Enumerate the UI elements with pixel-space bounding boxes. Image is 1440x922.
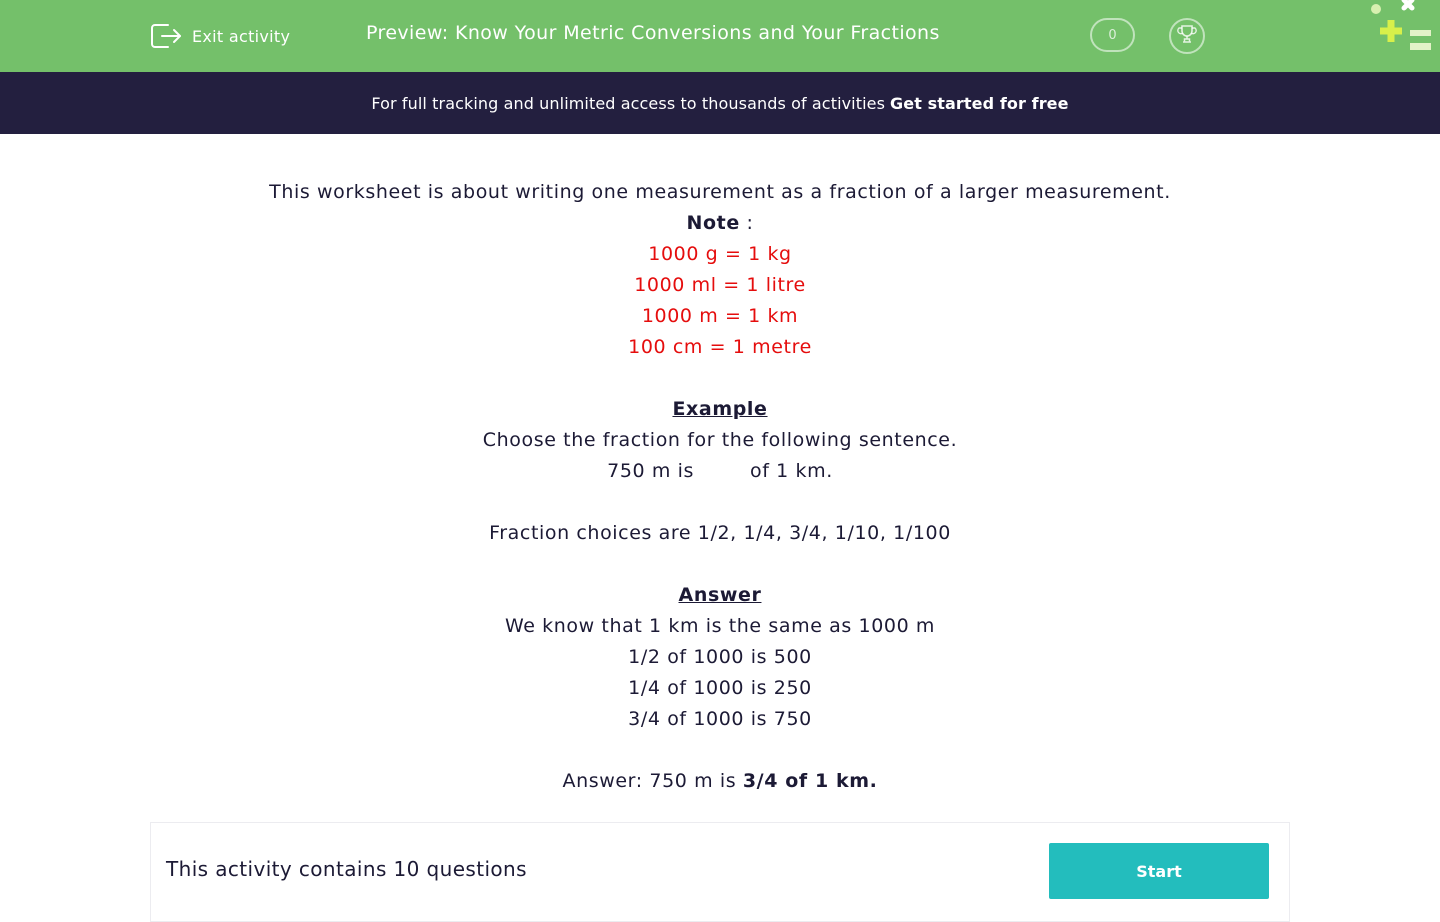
trophy-icon (1176, 23, 1198, 49)
top-header-bar: Exit activity Preview: Know Your Metric … (0, 0, 1440, 72)
get-started-link[interactable]: Get started for free (890, 94, 1069, 113)
start-button[interactable]: Start (1049, 843, 1269, 899)
note-label: Note (686, 212, 740, 234)
example-sentence-start: 750 m is (607, 460, 694, 482)
final-answer-value: 3/4 of 1 km. (742, 770, 878, 792)
exit-icon (150, 22, 182, 50)
score-badge: 0 (1090, 18, 1135, 52)
note-line: Note : (150, 208, 1290, 239)
answer-heading: Answer (678, 584, 762, 606)
final-answer-prefix: Answer: 750 m is (562, 770, 743, 792)
signup-banner: For full tracking and unlimited access t… (0, 72, 1440, 134)
page-title: Preview: Know Your Metric Conversions an… (366, 22, 940, 44)
exit-activity-button[interactable]: Exit activity (150, 21, 290, 51)
final-answer: Answer: 750 m is 3/4 of 1 km. (150, 766, 1290, 797)
example-sentence: 750 m is of 1 km. (150, 456, 1290, 487)
fraction-choices: Fraction choices are 1/2, 1/4, 3/4, 1/10… (489, 522, 951, 544)
answer-line: 1/4 of 1000 is 250 (628, 677, 812, 699)
answer-heading-line: Answer (150, 580, 1290, 611)
exit-activity-label: Exit activity (192, 26, 291, 46)
question-count-text: This activity contains 10 questions (166, 857, 527, 881)
answer-line: 3/4 of 1000 is 750 (628, 708, 812, 730)
note-colon: : (739, 212, 754, 234)
example-instruction: Choose the fraction for the following se… (482, 429, 958, 451)
intro-text: This worksheet is about writing one meas… (269, 181, 1171, 203)
conversion-line: 1000 g = 1 kg (648, 243, 792, 265)
trophy-button[interactable] (1169, 18, 1205, 54)
worksheet-intro: This worksheet is about writing one meas… (150, 177, 1290, 797)
banner-text: For full tracking and unlimited access t… (371, 93, 886, 113)
example-heading: Example (672, 398, 768, 420)
answer-line: 1/2 of 1000 is 500 (628, 646, 812, 668)
answer-line: We know that 1 km is the same as 1000 m (504, 615, 936, 637)
brand-logo (1366, 0, 1440, 60)
conversion-line: 1000 m = 1 km (641, 305, 799, 327)
conversion-line: 1000 ml = 1 litre (634, 274, 806, 296)
example-sentence-end: of 1 km. (750, 460, 833, 482)
example-heading-line: Example (150, 394, 1290, 425)
conversion-line: 100 cm = 1 metre (628, 336, 812, 358)
